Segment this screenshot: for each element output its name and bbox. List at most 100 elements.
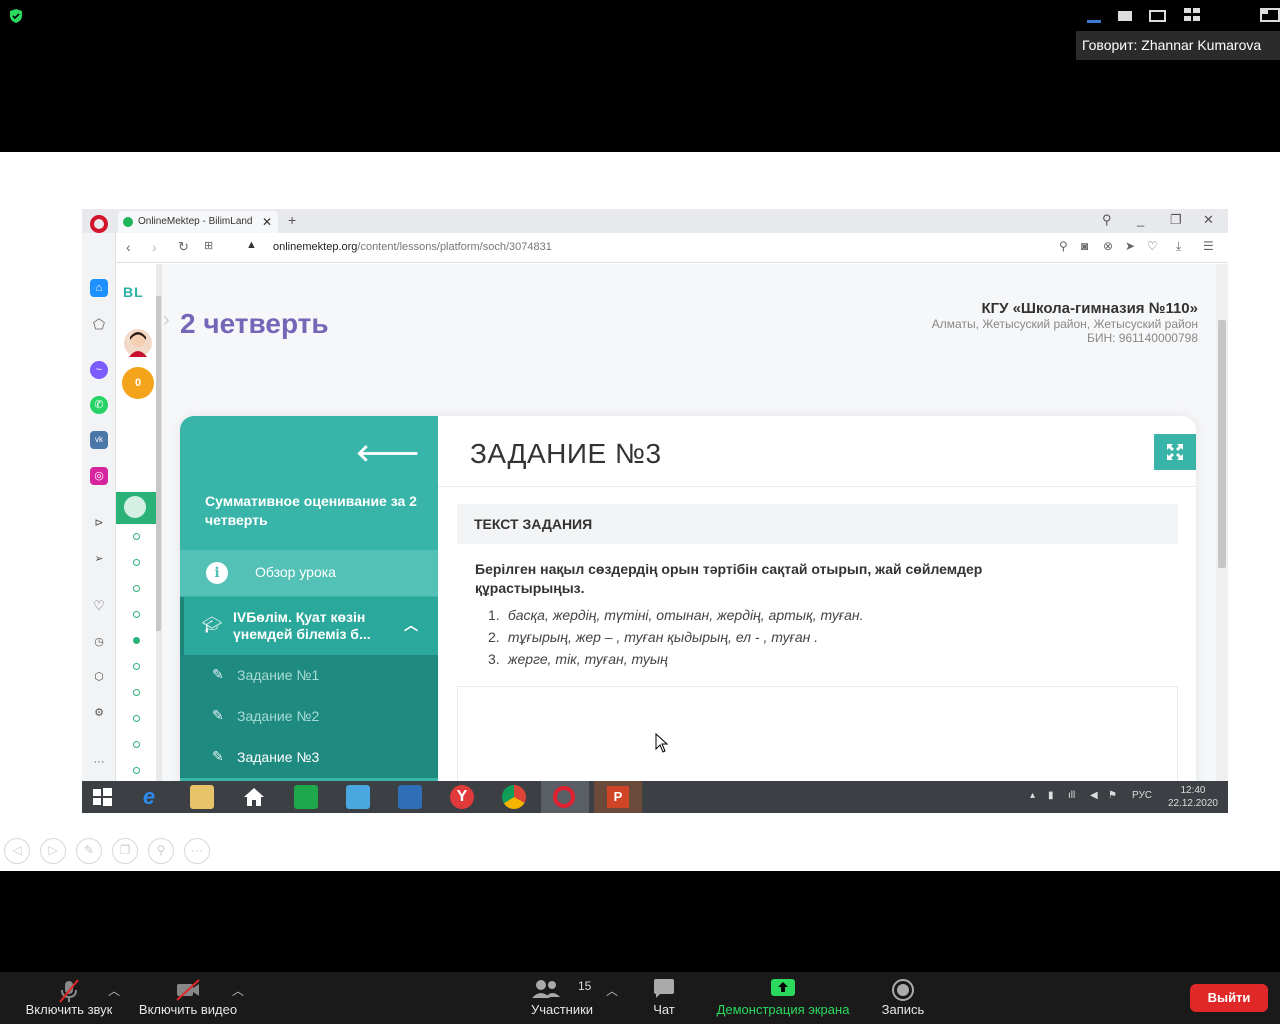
copy-icon[interactable]: ❐ (112, 838, 138, 864)
chrome-icon[interactable] (502, 785, 526, 809)
minimize-view-icon[interactable] (1087, 8, 1101, 24)
task-item-1[interactable]: ✎ Задание №1 (180, 655, 438, 696)
back-arrow-icon[interactable]: 🡐 (356, 438, 420, 468)
home-icon[interactable] (242, 785, 266, 809)
task-item-3[interactable]: ✎ Задание №3 (180, 737, 438, 778)
home-icon[interactable]: ⌂ (90, 279, 108, 297)
browser-tab[interactable]: OnlineMektep - BilimLand ✕ (118, 211, 278, 233)
vk-icon[interactable]: vk (90, 431, 108, 449)
audio-options-caret-icon[interactable]: ︿ (108, 982, 120, 999)
share-screen-button[interactable]: Демонстрация экрана (708, 972, 858, 1024)
network-icon[interactable]: ıll (1068, 790, 1075, 801)
nav-dot[interactable] (133, 767, 140, 774)
thumbnail-view-icon[interactable] (1118, 8, 1132, 24)
player-icon[interactable]: ⊳ (90, 514, 108, 532)
mail-icon[interactable] (346, 785, 370, 809)
prev-arrow-icon[interactable]: ◁ (4, 838, 30, 864)
sidebar-scroll-thumb[interactable] (156, 296, 161, 631)
expand-sidebar-icon[interactable]: › (163, 309, 170, 332)
chevron-up-icon[interactable]: ︿ (404, 615, 418, 635)
video-options-caret-icon[interactable]: ︿ (232, 982, 244, 999)
nav-dot[interactable] (133, 611, 140, 618)
warning-icon[interactable]: ▲ (246, 239, 257, 251)
heart-icon[interactable]: ♡ (1147, 239, 1158, 253)
participants-button[interactable]: 15 Участники (526, 972, 598, 1024)
nav-dot-active[interactable] (133, 637, 140, 644)
page-scrollbar[interactable] (1216, 264, 1228, 781)
close-tab-icon[interactable]: ✕ (262, 211, 272, 233)
task-item-2[interactable]: ✎ Задание №2 (180, 696, 438, 737)
forward-icon[interactable]: › (152, 239, 157, 255)
settings-icon[interactable]: ⚙ (90, 704, 108, 722)
volume-icon[interactable]: ◀ (1090, 790, 1098, 801)
powerpoint-taskbar[interactable]: P (594, 781, 642, 813)
nav-dot[interactable] (133, 689, 140, 696)
record-button[interactable]: Запись (874, 972, 932, 1024)
zoom-icon[interactable]: ⚲ (1059, 239, 1068, 253)
lesson-overview-item[interactable]: i Обзор урока (180, 550, 438, 596)
flow-icon[interactable]: ➢ (90, 550, 108, 568)
download-icon[interactable]: ⤓ (1176, 239, 1181, 254)
speed-dial-icon[interactable]: ⬠ (90, 315, 108, 333)
camera-icon[interactable]: ◙ (1081, 239, 1088, 253)
battery-icon[interactable]: ▮ (1048, 790, 1054, 801)
windows-start-icon[interactable] (90, 785, 114, 809)
language-indicator[interactable]: РУС (1132, 790, 1152, 801)
coins-badge[interactable]: 0 (122, 367, 154, 399)
lesson-section-item[interactable]: 🎓︎ IVБөлім. Қуат көзін үнемдей білеміз б… (180, 597, 438, 655)
avatar[interactable] (122, 327, 154, 359)
leave-meeting-button[interactable]: Выйти (1190, 984, 1268, 1012)
restore-window-icon[interactable]: ❐ (1170, 212, 1182, 228)
bilimland-logo[interactable]: BL (123, 284, 144, 300)
nav-dot[interactable] (133, 585, 140, 592)
start-video-button[interactable]: Включить видео (134, 972, 242, 1024)
bookmarks-icon[interactable]: ♡ (90, 597, 108, 615)
fullscreen-button[interactable] (1154, 434, 1196, 470)
minimize-window-icon[interactable]: _ (1137, 212, 1144, 227)
more-icon[interactable]: ··· (184, 838, 210, 864)
close-window-icon[interactable]: ✕ (1203, 212, 1214, 228)
zoom-icon[interactable]: ⚲ (148, 838, 174, 864)
menu-icon[interactable]: ☰ (1203, 239, 1214, 253)
computer-icon[interactable] (398, 785, 422, 809)
opera-taskbar-active[interactable] (541, 781, 589, 813)
file-explorer-icon[interactable] (190, 785, 214, 809)
extensions-icon[interactable]: ⬡ (90, 668, 108, 686)
speaker-view-icon[interactable] (1149, 8, 1166, 24)
nav-dot[interactable] (133, 559, 140, 566)
chat-button[interactable]: Чат (638, 972, 690, 1024)
nav-dot[interactable] (133, 715, 140, 722)
tray-expand-icon[interactable]: ▴ (1030, 790, 1035, 801)
participants-caret-icon[interactable]: ︿ (606, 982, 618, 999)
yandex-browser-icon[interactable]: Y (450, 785, 474, 809)
instagram-icon[interactable]: ◎ (90, 467, 108, 485)
reload-icon[interactable]: ↻ (178, 239, 189, 255)
tabs-grid-icon[interactable]: ⊞ (204, 239, 213, 252)
nav-dot[interactable] (133, 663, 140, 670)
internet-explorer-icon[interactable]: e (137, 785, 161, 809)
new-tab-icon[interactable]: + (288, 212, 296, 228)
more-icon[interactable]: ··· (90, 753, 108, 771)
pen-icon[interactable]: ✎ (76, 838, 102, 864)
send-icon[interactable]: ➤ (1125, 239, 1135, 253)
gallery-view-icon[interactable] (1184, 8, 1201, 24)
next-arrow-icon[interactable]: ▷ (40, 838, 66, 864)
clock[interactable]: 12:40 22.12.2020 (1168, 784, 1218, 810)
online-mektep-badge[interactable] (116, 492, 156, 524)
whatsapp-icon[interactable]: ✆ (90, 396, 108, 414)
url-field[interactable]: onlinemektep.org/content/lessons/platfor… (273, 241, 552, 253)
store-icon[interactable] (294, 785, 318, 809)
back-icon[interactable]: ‹ (126, 239, 131, 255)
opera-logo-icon[interactable] (90, 215, 108, 233)
messenger-icon[interactable]: ~ (90, 361, 108, 379)
unmute-button[interactable]: Включить звук (18, 972, 120, 1024)
flag-icon[interactable]: ⚑ (1108, 790, 1117, 801)
nav-dot[interactable] (133, 533, 140, 540)
history-icon[interactable]: ◷ (90, 633, 108, 651)
fullscreen-view-icon[interactable] (1260, 8, 1280, 24)
adblock-icon[interactable]: ⊗ (1103, 239, 1113, 253)
nav-dot[interactable] (133, 741, 140, 748)
answer-box[interactable] (457, 686, 1178, 781)
chat-icon (654, 979, 674, 998)
search-icon[interactable]: ⚲ (1102, 212, 1112, 228)
